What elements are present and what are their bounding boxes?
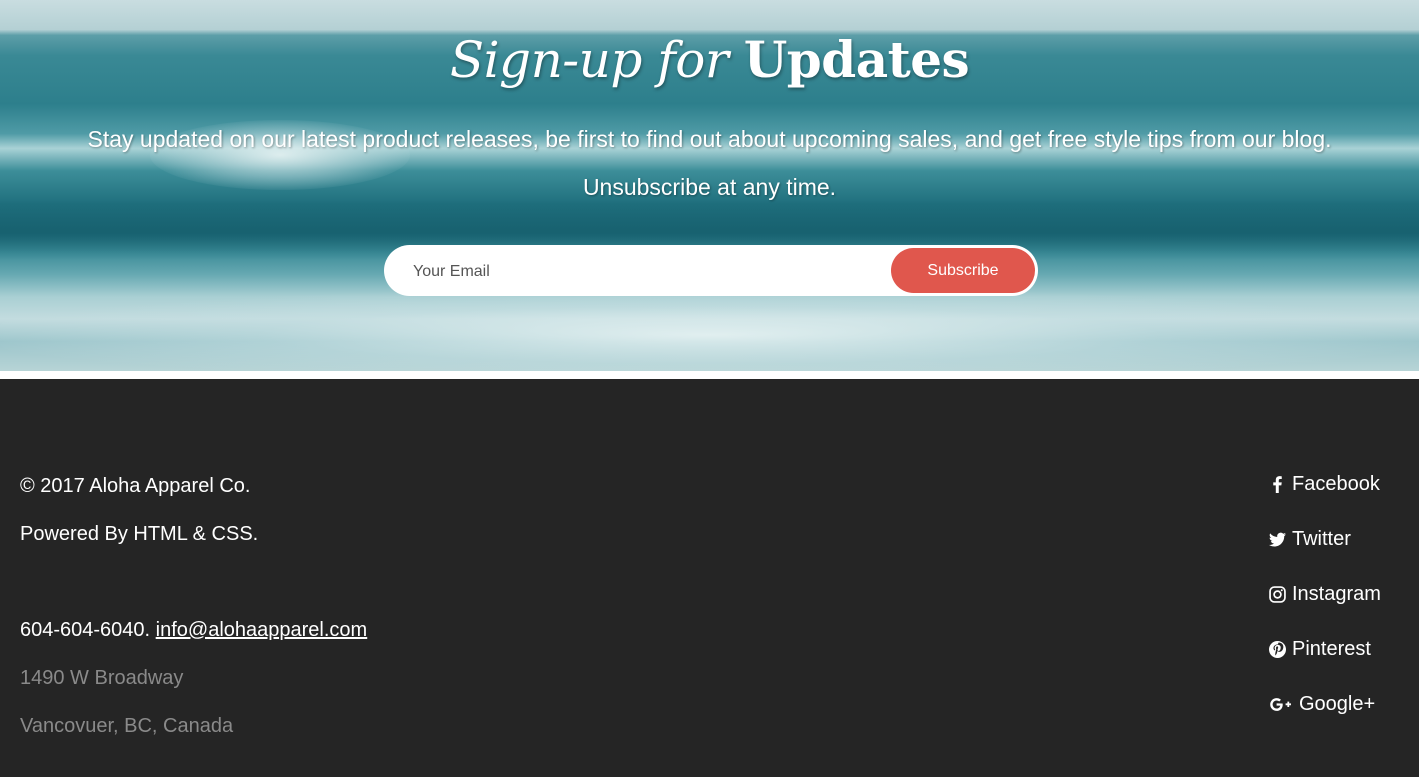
- subscribe-button[interactable]: Subscribe: [891, 248, 1035, 293]
- instagram-icon: [1269, 586, 1286, 603]
- google-plus-link[interactable]: Google+: [1269, 693, 1375, 716]
- signup-form: Subscribe: [384, 245, 1038, 298]
- signup-unsubscribe-note: Unsubscribe at any time.: [582, 174, 837, 200]
- pinterest-label: Pinterest: [1292, 638, 1371, 660]
- pinterest-link[interactable]: Pinterest: [1269, 638, 1371, 661]
- address-line-1: 1490 W Broadway: [20, 667, 184, 689]
- copyright-text: © 2017 Aloha Apparel Co.: [20, 475, 251, 497]
- email-link[interactable]: info@alohaapparel.com: [156, 619, 368, 641]
- signup-section: Sign-up for Updates Stay updated on our …: [0, 0, 1419, 371]
- instagram-link[interactable]: Instagram: [1269, 583, 1381, 606]
- contact-line: 604-604-6040. info@alohaapparel.com: [20, 619, 367, 642]
- site-footer: © 2017 Aloha Apparel Co. Powered By HTML…: [0, 379, 1419, 777]
- signup-description: Stay updated on our latest product relea…: [87, 126, 1332, 152]
- google-plus-icon: [1269, 696, 1293, 713]
- powered-by-text: Powered By HTML & CSS.: [20, 523, 259, 545]
- address-line-2: Vancovuer, BC, Canada: [20, 715, 234, 737]
- signup-title-bold: Updates: [743, 30, 970, 89]
- instagram-label: Instagram: [1292, 583, 1381, 605]
- signup-title: Sign-up for Updates: [0, 30, 1419, 89]
- facebook-icon: [1269, 476, 1286, 493]
- phone-number: 604-604-6040.: [20, 619, 151, 641]
- section-divider: [0, 371, 1419, 379]
- signup-title-italic: Sign-up for: [449, 31, 729, 89]
- twitter-label: Twitter: [1292, 528, 1351, 550]
- email-input[interactable]: [411, 245, 885, 298]
- twitter-link[interactable]: Twitter: [1269, 528, 1351, 551]
- facebook-link[interactable]: Facebook: [1269, 473, 1380, 496]
- facebook-label: Facebook: [1292, 473, 1380, 495]
- pinterest-icon: [1269, 641, 1286, 658]
- twitter-icon: [1269, 531, 1286, 548]
- google-plus-label: Google+: [1299, 693, 1376, 715]
